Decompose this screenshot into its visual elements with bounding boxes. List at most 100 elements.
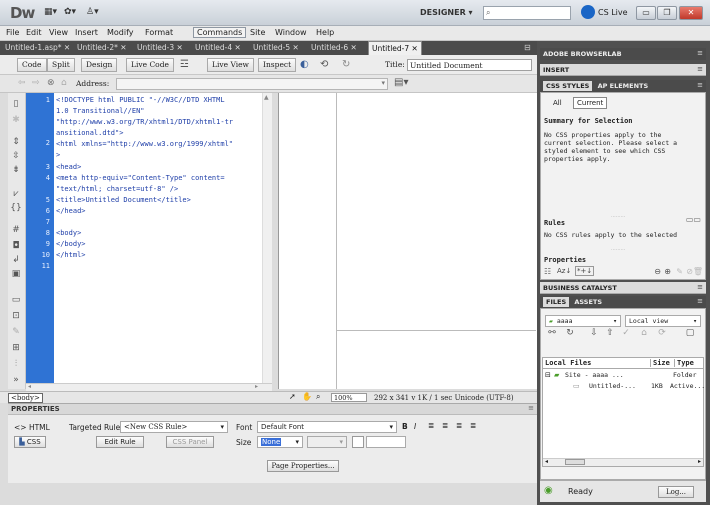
- col-size[interactable]: Size: [650, 359, 670, 367]
- panel-menu-icon[interactable]: ≡: [697, 81, 703, 89]
- align-right-icon[interactable]: ≣: [456, 421, 462, 430]
- code-view-button[interactable]: Code: [17, 58, 47, 72]
- document-title-input[interactable]: Untitled Document: [407, 59, 532, 71]
- menu-site[interactable]: Site: [250, 28, 265, 37]
- layout-icon[interactable]: ▦▾: [44, 7, 57, 17]
- remove-comment-icon[interactable]: ⊡: [10, 311, 22, 321]
- scroll-left-icon[interactable]: ◂: [545, 458, 548, 465]
- forward-icon[interactable]: ⇨: [32, 78, 40, 88]
- current-mode-button[interactable]: Current: [573, 97, 608, 109]
- sync-icon[interactable]: ⟳: [656, 328, 668, 340]
- wrap-tag-icon[interactable]: ✎: [10, 327, 22, 337]
- text-color-input[interactable]: [366, 436, 406, 448]
- list-item[interactable]: ⊟ ▰ Site - aaaa ... Folder: [543, 371, 703, 381]
- menu-view[interactable]: View: [49, 28, 68, 37]
- panel-menu-icon[interactable]: ≡: [697, 283, 703, 291]
- menu-window[interactable]: Window: [275, 28, 307, 37]
- expand-panel-icon[interactable]: ▢: [684, 328, 696, 340]
- edit-rule-button[interactable]: Edit Rule: [96, 436, 144, 448]
- text-color-picker[interactable]: [352, 436, 364, 448]
- size-select[interactable]: None ▾: [257, 436, 303, 448]
- rules-view-icon[interactable]: ▭▭: [686, 215, 701, 224]
- align-center-icon[interactable]: ≣: [442, 421, 448, 430]
- collapse-icon[interactable]: ⊟: [545, 371, 551, 379]
- site-select[interactable]: ▰ aaaa ▾: [545, 315, 621, 327]
- justify-icon[interactable]: ≣: [470, 421, 476, 430]
- tab-untitled-4[interactable]: Untitled-4 ✕: [192, 41, 244, 55]
- stop-icon[interactable]: ⊗: [47, 78, 55, 88]
- indent-icon[interactable]: ⫶: [10, 359, 22, 369]
- html-mode-button[interactable]: <> HTML: [14, 423, 50, 432]
- close-button[interactable]: ✕: [679, 6, 703, 20]
- refresh-icon[interactable]: ↻: [564, 328, 576, 340]
- live-code-button[interactable]: Live Code: [126, 58, 174, 72]
- tab-untitled-1[interactable]: Untitled-1.asp* ✕: [2, 41, 73, 55]
- browse-options-icon[interactable]: ▤▾: [394, 77, 408, 88]
- insert-panel-tab[interactable]: INSERT ≡: [540, 64, 706, 76]
- menu-help[interactable]: Help: [316, 28, 334, 37]
- line-numbers-icon[interactable]: #: [10, 225, 22, 235]
- panel-menu-icon[interactable]: ≡: [697, 297, 703, 305]
- code-horizontal-scrollbar[interactable]: ◂ ▸: [26, 383, 272, 391]
- tab-ap-elements[interactable]: AP ELEMENTS: [595, 81, 652, 91]
- select-tool-icon[interactable]: ➚: [289, 392, 296, 401]
- user-icon[interactable]: ♙▾: [86, 7, 99, 17]
- trash-icon[interactable]: 🗑: [693, 267, 703, 276]
- scroll-right-icon[interactable]: ▸: [255, 383, 258, 390]
- panel-menu-icon[interactable]: ≡: [697, 65, 703, 73]
- scroll-left-icon[interactable]: ◂: [28, 383, 31, 390]
- attach-stylesheet-icon[interactable]: ⊖: [654, 267, 661, 276]
- highlight-invalid-icon[interactable]: ◘: [10, 241, 22, 251]
- design-view[interactable]: [278, 93, 537, 389]
- gear-icon[interactable]: ✿▾: [64, 7, 76, 17]
- zoom-select[interactable]: 100%: [331, 393, 367, 402]
- open-documents-icon[interactable]: ▯: [10, 99, 22, 109]
- page-properties-button[interactable]: Page Properties...: [267, 460, 339, 472]
- expand-all-icon[interactable]: ⇟: [10, 165, 22, 175]
- col-local-files[interactable]: Local Files: [545, 359, 591, 367]
- menu-commands[interactable]: Commands: [193, 27, 247, 38]
- workspace-switcher[interactable]: DESIGNER ▾: [420, 8, 473, 17]
- tab-css-styles[interactable]: CSS STYLES: [543, 81, 593, 91]
- code-editor[interactable]: <!DOCTYPE html PUBLIC "-//W3C//DTD XHTML…: [54, 93, 266, 383]
- file-management-icon[interactable]: ⟲: [320, 59, 328, 70]
- split-view-button[interactable]: Split: [47, 58, 75, 72]
- tab-untitled-7[interactable]: Untitled-7 ✕: [368, 41, 422, 55]
- files-horizontal-scrollbar[interactable]: ◂ ▸: [543, 458, 703, 466]
- apply-comment-icon[interactable]: ▭: [10, 295, 22, 305]
- word-wrap-icon[interactable]: ↲: [10, 255, 22, 265]
- more-icon[interactable]: »: [10, 375, 22, 385]
- menu-modify[interactable]: Modify: [107, 28, 134, 37]
- pane-resize-handle[interactable]: .........: [611, 213, 625, 219]
- italic-button[interactable]: I: [414, 422, 416, 431]
- menu-insert[interactable]: Insert: [75, 28, 98, 37]
- tab-untitled-6[interactable]: Untitled-6 ✕: [308, 41, 360, 55]
- cs-live-button[interactable]: CS Live: [598, 8, 628, 17]
- new-css-rule-icon[interactable]: ⊕: [664, 267, 671, 276]
- select-parent-tag-icon[interactable]: ⩗: [10, 189, 22, 199]
- tab-untitled-5[interactable]: Untitled-5 ✕: [250, 41, 302, 55]
- back-icon[interactable]: ⇦: [18, 78, 26, 88]
- collapse-tag-icon[interactable]: ⇕: [10, 137, 22, 147]
- check-in-icon[interactable]: ⌂: [638, 328, 650, 340]
- size-unit-select[interactable]: ▾: [307, 436, 347, 448]
- maximize-button[interactable]: ❐: [657, 6, 677, 20]
- help-search-input[interactable]: ⌕: [483, 6, 571, 20]
- recent-snippets-icon[interactable]: ⊞: [10, 343, 22, 353]
- view-select[interactable]: Local view ▾: [625, 315, 701, 327]
- edit-rule-icon[interactable]: ✎: [676, 267, 683, 276]
- show-alphabetical-view-icon[interactable]: Az↓: [557, 267, 571, 275]
- all-mode-button[interactable]: All: [553, 99, 562, 107]
- design-view-button[interactable]: Design: [81, 58, 118, 72]
- home-icon[interactable]: ⌂: [61, 78, 67, 88]
- show-category-view-icon[interactable]: ☷: [544, 267, 551, 276]
- refresh-icon[interactable]: ↻: [342, 59, 350, 70]
- align-left-icon[interactable]: ≣: [428, 421, 434, 430]
- pane-resize-handle[interactable]: .........: [611, 246, 625, 252]
- scroll-thumb[interactable]: [565, 459, 585, 465]
- scroll-right-icon[interactable]: ▸: [698, 458, 701, 465]
- tab-untitled-3[interactable]: Untitled-3 ✕: [134, 41, 186, 55]
- address-input[interactable]: ▾: [116, 78, 388, 90]
- bold-button[interactable]: B: [402, 422, 408, 431]
- business-catalyst-panel-tab[interactable]: BUSINESS CATALYST ≡: [540, 282, 706, 294]
